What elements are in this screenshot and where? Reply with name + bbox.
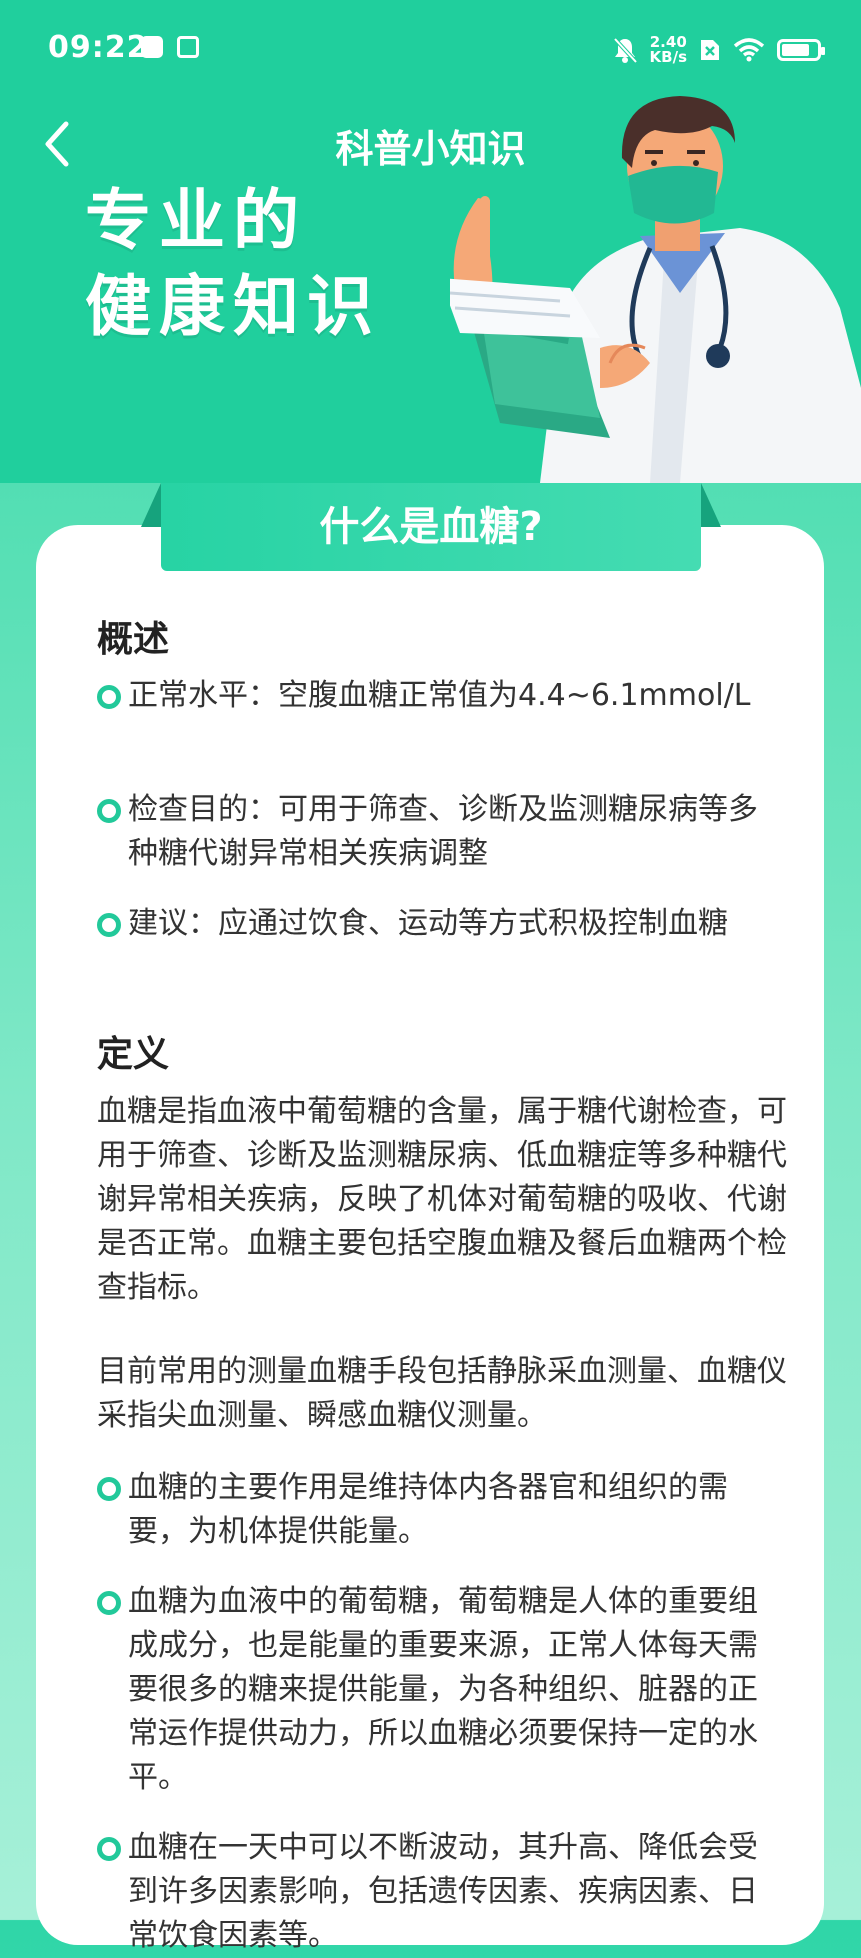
bullet-ring-icon [97,799,121,823]
list-item-text: 正常水平：空腹血糖正常值为4.4~6.1mmol/L [128,678,751,713]
list-item: 血糖的主要作用是维持体内各器官和组织的需要，为机体提供能量。 [97,1466,783,1554]
network-speed: 2.40 KB/s [650,35,687,65]
article-title-ribbon: 什么是血糖? [141,483,721,573]
list-item: 建议：应通过饮食、运动等方式积极控制血糖 [97,902,783,946]
status-bar: 09:22 2.40 KB/s [0,0,861,100]
network-speed-unit: KB/s [649,48,687,66]
list-item: 检查目的：可用于筛查、诊断及监测糖尿病等多种糖代谢异常相关疾病调整 [97,788,783,876]
list-item: 正常水平：空腹血糖正常值为4.4~6.1mmol/L [97,674,783,718]
calendar-icon [177,36,199,58]
ribbon-fold-right [701,483,721,527]
status-time: 09:22 [48,30,149,65]
notification-icon [141,36,163,58]
hero-slogan: 专业的 健康知识 [85,178,381,350]
bullet-ring-icon [97,913,121,937]
list-item-text: 建议：应通过饮食、运动等方式积极控制血糖 [128,906,728,941]
list-item-text: 血糖在一天中可以不断波动，其升高、降低会受到许多因素影响，包括遗传因素、疾病因素… [128,1830,758,1953]
wifi-icon [733,38,765,62]
no-sim-icon [701,40,719,60]
bullet-ring-icon [97,1837,121,1861]
ribbon-fold-left [141,483,161,527]
bullet-ring-icon [97,685,121,709]
bullet-ring-icon [97,1477,121,1501]
list-item-text: 血糖为血液中的葡萄糖，葡萄糖是人体的重要组成成分，也是能量的重要来源，正常人体每… [128,1584,758,1795]
definition-paragraph-1: 血糖是指血液中葡萄糖的含量，属于糖代谢检查，可用于筛查、诊断及监测糖尿病、低血糖… [97,1094,787,1305]
doctor-illustration [450,96,861,483]
definition-heading: 定义 [97,1034,170,1075]
bullet-ring-icon [97,1591,121,1615]
definition-paragraph-2: 目前常用的测量血糖手段包括静脉采血测量、血糖仪采指尖血测量、瞬感血糖仪测量。 [97,1354,787,1433]
slogan-line-2: 健康知识 [85,268,381,345]
article-title: 什么是血糖? [161,483,701,571]
slogan-line-1: 专业的 [85,182,307,259]
battery-icon [777,39,825,61]
list-item-text: 检查目的：可用于筛查、诊断及监测糖尿病等多种糖代谢异常相关疾病调整 [128,792,758,871]
list-item: 血糖在一天中可以不断波动，其升高、降低会受到许多因素影响，包括遗传因素、疾病因素… [97,1826,783,1958]
overview-heading: 概述 [97,619,170,660]
battery-level [782,44,809,56]
list-item-text: 血糖的主要作用是维持体内各器官和组织的需要，为机体提供能量。 [128,1470,728,1549]
mute-bell-icon [613,37,638,64]
list-item: 血糖为血液中的葡萄糖，葡萄糖是人体的重要组成成分，也是能量的重要来源，正常人体每… [97,1580,783,1800]
